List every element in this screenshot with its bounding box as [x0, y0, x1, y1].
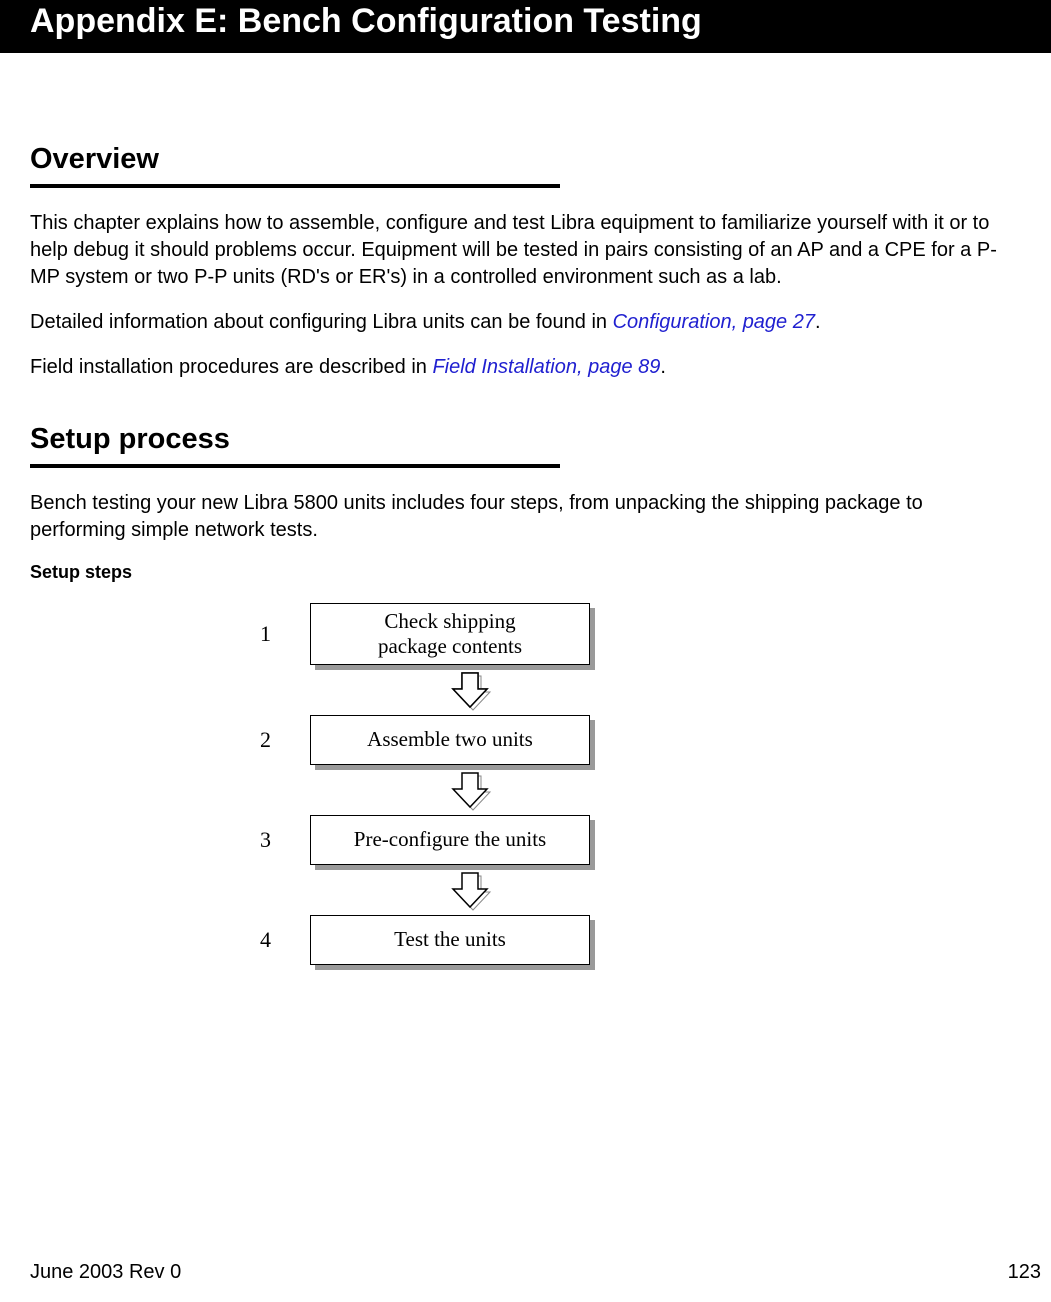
- setup-section: Setup process Bench testing your new Lib…: [30, 423, 1021, 965]
- flow-arrow: [230, 765, 630, 815]
- configuration-link[interactable]: Configuration, page 27: [613, 311, 815, 333]
- step-label: Pre-configure the units: [354, 827, 546, 852]
- para2-pre: Detailed information about configuring L…: [30, 311, 613, 333]
- flow-step-3: 3 Pre-configure the units: [230, 815, 630, 865]
- para2-post: .: [815, 311, 821, 333]
- setup-intro: Bench testing your new Libra 5800 units …: [30, 490, 1021, 544]
- flow-step-1: 1 Check shipping package contents: [230, 603, 630, 665]
- step-label: Assemble two units: [367, 727, 533, 752]
- heading-rule: [30, 184, 560, 188]
- footer-date: June 2003 Rev 0: [30, 1261, 181, 1284]
- page-header: Appendix E: Bench Configuration Testing: [0, 0, 1051, 53]
- header-title: Appendix E: Bench Configuration Testing: [30, 2, 702, 40]
- flow-step-4: 4 Test the units: [230, 915, 630, 965]
- step-box: Assemble two units: [310, 715, 590, 765]
- overview-section: Overview This chapter explains how to as…: [30, 143, 1021, 381]
- para3-post: .: [660, 356, 666, 378]
- flow-arrow: [230, 665, 630, 715]
- overview-para3: Field installation procedures are descri…: [30, 354, 1021, 381]
- step-box: Check shipping package contents: [310, 603, 590, 665]
- step-label: Test the units: [394, 927, 506, 952]
- field-installation-link[interactable]: Field Installation, page 89: [432, 356, 660, 378]
- overview-para2: Detailed information about configuring L…: [30, 309, 1021, 336]
- step-box: Test the units: [310, 915, 590, 965]
- down-arrow-icon: [447, 767, 493, 813]
- step-number: 4: [230, 927, 310, 953]
- content-area: Overview This chapter explains how to as…: [0, 53, 1051, 965]
- step-number: 3: [230, 827, 310, 853]
- para3-pre: Field installation procedures are descri…: [30, 356, 432, 378]
- footer-page-number: 123: [1008, 1261, 1041, 1284]
- figure-label: Setup steps: [30, 562, 1021, 583]
- setup-heading: Setup process: [30, 423, 1021, 456]
- footer: June 2003 Rev 0 123: [30, 1261, 1041, 1284]
- down-arrow-icon: [447, 867, 493, 913]
- step-label: Check shipping package contents: [378, 609, 522, 659]
- down-arrow-icon: [447, 667, 493, 713]
- step-box: Pre-configure the units: [310, 815, 590, 865]
- step-number: 2: [230, 727, 310, 753]
- overview-para1: This chapter explains how to assemble, c…: [30, 210, 1021, 291]
- heading-rule: [30, 464, 560, 468]
- flow-arrow: [230, 865, 630, 915]
- flowchart: 1 Check shipping package contents 2 Asse…: [230, 603, 630, 965]
- overview-heading: Overview: [30, 143, 1021, 176]
- step-number: 1: [230, 621, 310, 647]
- flow-step-2: 2 Assemble two units: [230, 715, 630, 765]
